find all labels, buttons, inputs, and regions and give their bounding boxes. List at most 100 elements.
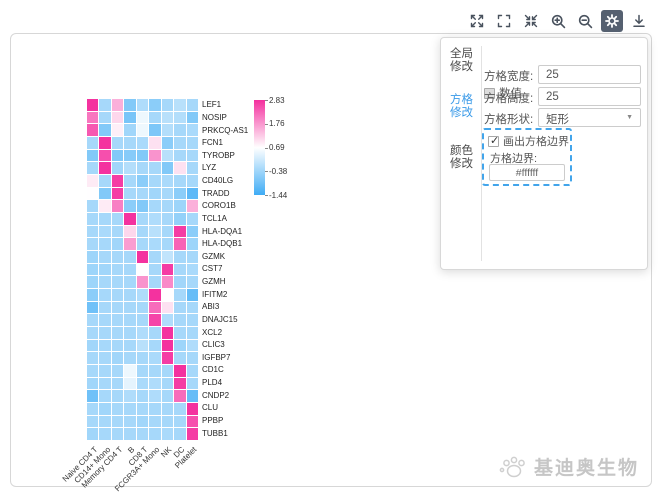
expand-icon[interactable] [466,10,488,32]
heatmap-cell [99,213,110,225]
draw-cell-border-checkbox[interactable] [488,136,499,147]
heatmap-cell [162,251,173,263]
gene-label: NOSIP [202,112,248,125]
gene-label: DNAJC15 [202,314,248,327]
heatmap-cell [124,150,135,162]
heatmap-cell [137,276,148,288]
gene-label: TYROBP [202,150,248,163]
gene-label: CD40LG [202,175,248,188]
heatmap-cell [124,137,135,149]
heatmap-cell [87,365,98,377]
heatmap-cell [137,352,148,364]
heatmap-cell [87,378,98,390]
heatmap-cell [112,352,123,364]
heatmap-cell [137,162,148,174]
heatmap-cell [99,327,110,339]
heatmap-cell [124,428,135,440]
gene-label: PLD4 [202,377,248,390]
heatmap-cell [187,302,198,314]
heatmap-cell [124,352,135,364]
heatmap-cell [112,137,123,149]
heatmap-cell [174,213,185,225]
heatmap-cell [187,378,198,390]
gene-label: FCN1 [202,137,248,150]
heatmap-cell [162,124,173,136]
heatmap-cell [124,327,135,339]
heatmap-cell [137,175,148,187]
heatmap-cell [137,99,148,111]
heatmap-cell [137,226,148,238]
gene-label: ABI3 [202,301,248,314]
heatmap-cell [174,314,185,326]
heatmap-cell [137,289,148,301]
heatmap-cell [137,251,148,263]
gene-label: HLA-DQB1 [202,238,248,251]
heatmap-cell [187,390,198,402]
heatmap-cell [112,340,123,352]
colorbar-tick-label: 1.76 [269,119,285,128]
heatmap-cell [87,213,98,225]
cell-shape-select[interactable]: 矩形 ▼ [538,108,641,127]
nav-global-settings[interactable]: 全局 修改 [450,48,480,74]
heatmap-cell [187,314,198,326]
heatmap-cell [112,213,123,225]
heatmap-cell [187,365,198,377]
heatmap-cell [187,150,198,162]
heatmap-cell [112,302,123,314]
heatmap-cell [87,403,98,415]
heatmap-cell [162,175,173,187]
gear-icon[interactable] [601,10,623,32]
cell-width-input[interactable] [538,65,641,84]
download-icon[interactable] [628,10,650,32]
heatmap-cell [112,99,123,111]
nav-color-line1: 颜色 [450,145,480,158]
heatmap-cell [112,403,123,415]
heatmap-cell [162,340,173,352]
nav-cell-settings[interactable]: 方格 修改 [450,94,480,120]
colorbar-tick-label: 0.69 [269,143,285,152]
draw-cell-border-row: 画出方格边界 [488,133,569,149]
heatmap-cell [124,213,135,225]
heatmap-cell [174,327,185,339]
heatmap-cell [99,175,110,187]
heatmap-cell [112,124,123,136]
gene-label: LEF1 [202,99,248,112]
zoom-out-icon[interactable] [574,10,596,32]
heatmap-cell [162,403,173,415]
heatmap-cell [137,213,148,225]
heatmap-cell [187,352,198,364]
heatmap-cell [187,162,198,174]
gene-label: TRADD [202,187,248,200]
heatmap-cell [99,352,110,364]
heatmap-cell [112,314,123,326]
heatmap-cell [99,137,110,149]
cell-height-input[interactable] [538,87,641,106]
heatmap-cell [187,251,198,263]
heatmap-cell [149,264,160,276]
heatmap-cell [87,150,98,162]
heatmap-cell [87,188,98,200]
heatmap-cell [99,124,110,136]
heatmap-cell [162,378,173,390]
heatmap-cell [174,352,185,364]
heatmap-cell [99,162,110,174]
heatmap-cell [187,276,198,288]
heatmap-cell [174,124,185,136]
heatmap-cell [99,200,110,212]
heatmap-cell [87,200,98,212]
heatmap-cell [137,340,148,352]
heatmap-cell [149,213,160,225]
heatmap-cell [124,302,135,314]
heatmap-cell [124,340,135,352]
heatmap-cell [112,390,123,402]
compress-icon[interactable] [520,10,542,32]
nav-color-settings[interactable]: 颜色 修改 [450,145,480,171]
heatmap-cell [87,251,98,263]
heatmap-cell [174,99,185,111]
zoom-in-icon[interactable] [547,10,569,32]
heatmap-cell [162,150,173,162]
fullscreen-icon[interactable] [493,10,515,32]
cell-border-color-input[interactable] [489,164,565,181]
cell-width-label: 方格宽度: [484,68,533,84]
heatmap-cell [99,302,110,314]
